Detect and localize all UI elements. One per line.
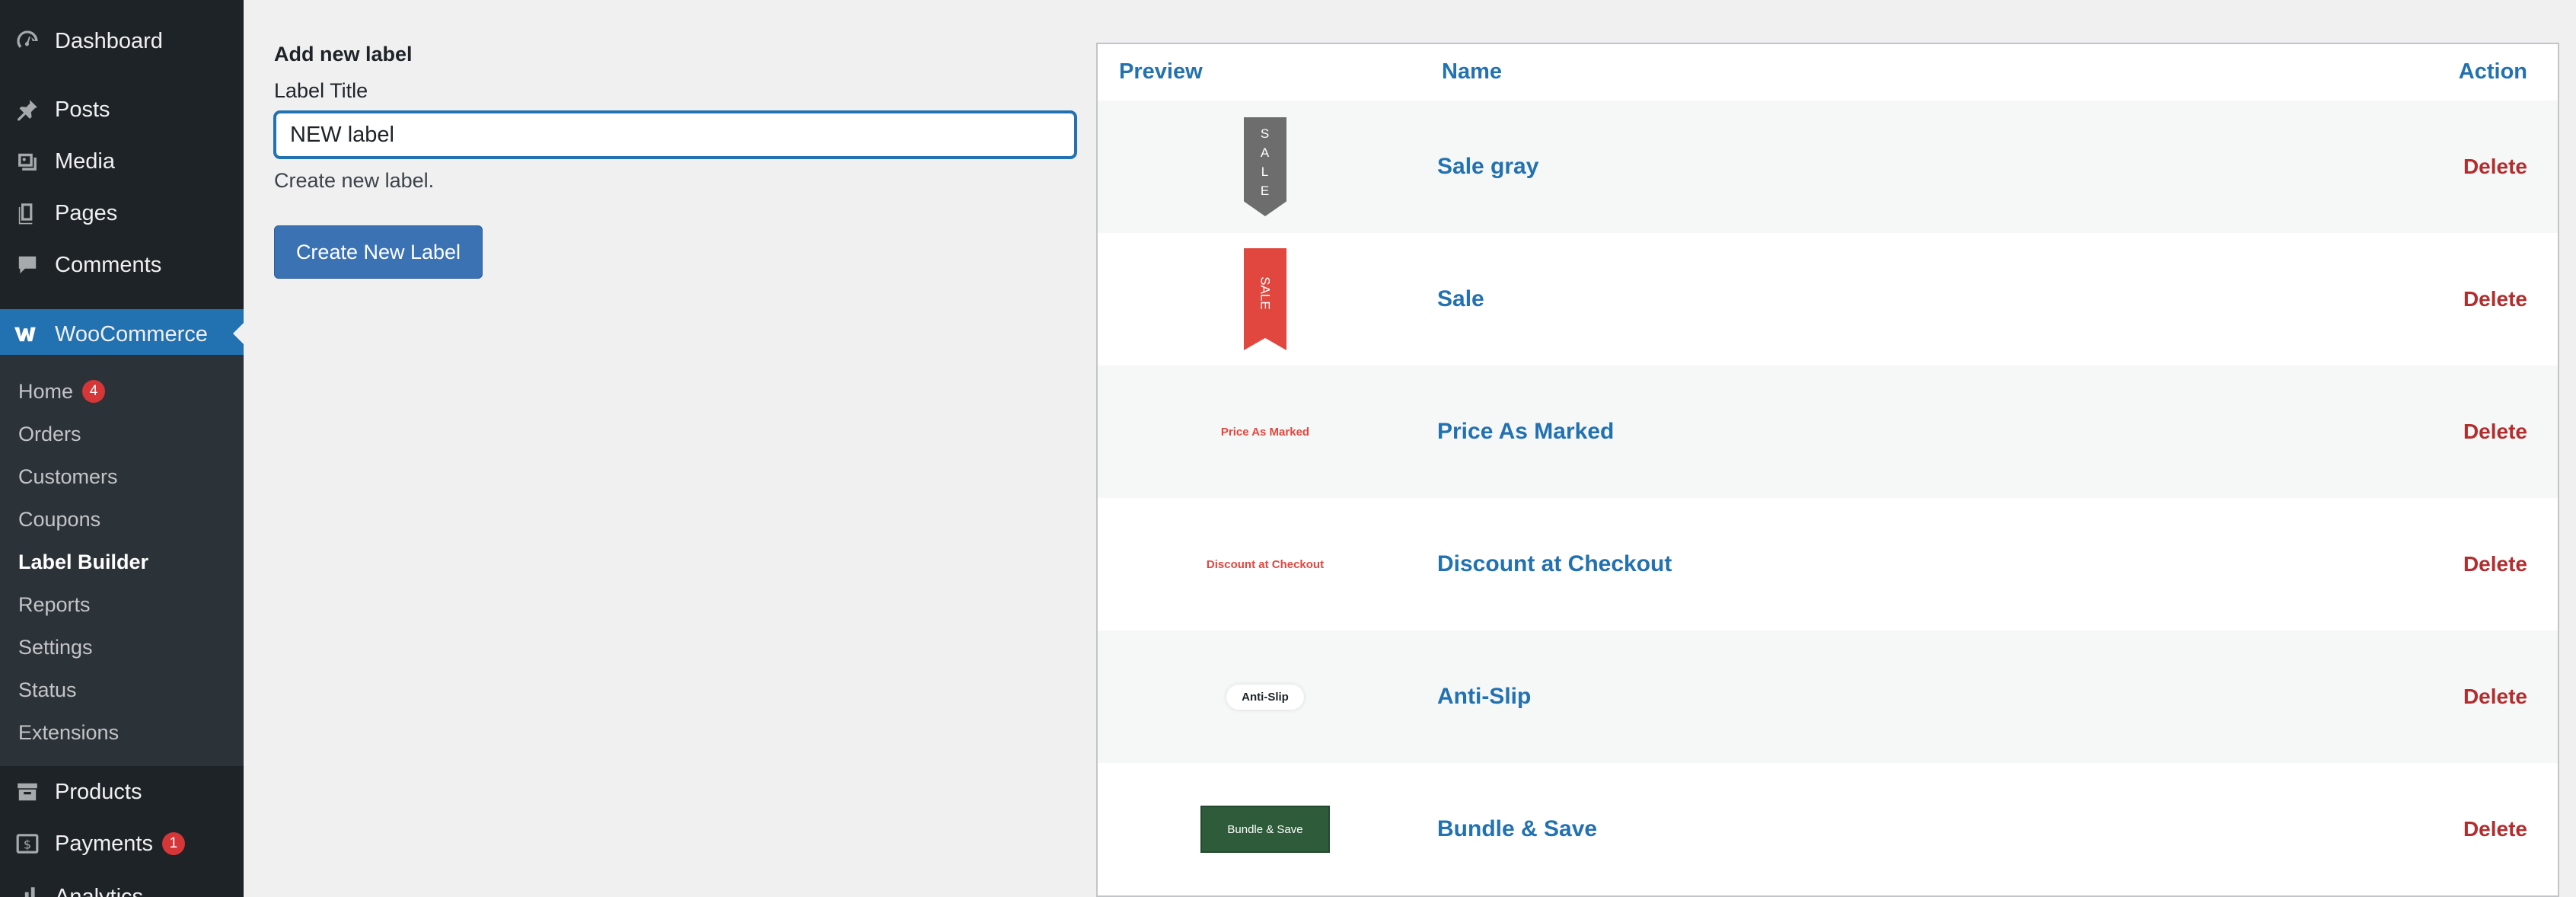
submenu-coupons[interactable]: Coupons [18,503,100,536]
preview-letter: S [1260,126,1270,141]
label-preview: Anti-Slip [1098,630,1433,763]
label-preview: SALE [1098,233,1433,366]
menu-products-label: Products [55,779,142,804]
create-new-label-button[interactable]: Create New Label [274,225,483,279]
bundle-save-box: Bundle & Save [1200,806,1330,853]
comment-icon [0,241,55,289]
submenu-customers[interactable]: Customers [18,460,118,493]
media-icon [0,137,55,186]
menu-pages-label: Pages [55,200,118,225]
table-row: S A L E Sale gray Delete [1098,101,2558,233]
preview-text: Anti-Slip [1226,684,1304,710]
archive-icon [0,768,55,816]
pages-icon [0,189,55,238]
menu-woocommerce-label: WooCommerce [55,321,208,346]
delete-link[interactable]: Delete [2463,233,2527,366]
label-preview: S A L E [1098,101,1433,233]
submenu-extensions[interactable]: Extensions [18,716,119,749]
menu-pages[interactable]: Pages [0,189,244,238]
label-title-input[interactable] [274,111,1076,158]
submenu-label-builder[interactable]: Label Builder [18,545,148,579]
label-preview: Price As Marked [1098,366,1433,498]
menu-analytics-label: Analytics [55,884,144,897]
table-row: Bundle & Save Bundle & Save Delete [1098,763,2558,895]
table-row: Price As Marked Price As Marked Delete [1098,366,2558,498]
submenu-reports[interactable]: Reports [18,588,91,621]
delete-link[interactable]: Delete [2463,630,2527,763]
column-header-action[interactable]: Action [2459,59,2527,85]
menu-payments[interactable]: $ Payments 1 [0,819,244,868]
pin-icon [0,85,55,134]
preview-letter: L [1261,164,1270,179]
woocommerce-icon [0,310,55,359]
table-row: Discount at Checkout Discount at Checkou… [1098,498,2558,630]
menu-media[interactable]: Media [0,137,244,186]
sale-red-ribbon: SALE [1244,248,1286,350]
form-description: Create new label. [274,169,435,192]
chart-icon [0,873,55,897]
preview-text: Discount at Checkout [1206,557,1325,571]
label-title-label: Label Title [274,79,368,102]
delete-link[interactable]: Delete [2463,101,2527,233]
menu-media-label: Media [55,148,115,174]
sale-gray-ribbon: S A L E [1244,117,1286,216]
menu-posts[interactable]: Posts [0,85,244,134]
column-header-preview[interactable]: Preview [1119,59,1203,85]
preview-text: Price As Marked [1220,425,1310,439]
preview-letter: E [1260,184,1270,198]
table-row: SALE Sale Delete [1098,233,2558,366]
menu-dashboard[interactable]: Dashboard [0,17,244,65]
payments-icon: $ [0,819,55,868]
preview-letter: A [1260,145,1270,160]
woocommerce-submenu: Home 4 Orders Customers Coupons Label Bu… [0,355,244,766]
dashboard-icon [0,17,55,65]
menu-comments-label: Comments [55,252,162,277]
submenu-settings[interactable]: Settings [18,630,93,664]
label-name-link[interactable]: Sale gray [1437,101,1538,233]
menu-payments-label: Payments [55,831,153,856]
menu-analytics[interactable]: Analytics [0,873,244,897]
label-name-link[interactable]: Discount at Checkout [1437,498,1672,630]
submenu-status[interactable]: Status [18,673,77,707]
svg-text:$: $ [24,837,31,851]
labels-table: Preview Name Action S A L E Sale gray De… [1096,43,2559,897]
home-notification-badge: 4 [82,380,106,403]
form-heading: Add new label [274,43,413,65]
delete-link[interactable]: Delete [2463,763,2527,895]
preview-text: SALE [1258,276,1273,310]
column-header-name[interactable]: Name [1442,59,1502,85]
submenu-home[interactable]: Home 4 [18,375,106,408]
menu-dashboard-label: Dashboard [55,28,163,53]
preview-text: Bundle & Save [1227,822,1303,836]
menu-products[interactable]: Products [0,768,244,816]
label-name-link[interactable]: Sale [1437,233,1484,366]
label-name-link[interactable]: Anti-Slip [1437,630,1531,763]
label-preview: Discount at Checkout [1098,498,1433,630]
submenu-home-label: Home [18,379,74,403]
payments-notification-badge: 1 [161,832,185,855]
label-name-link[interactable]: Bundle & Save [1437,763,1597,895]
delete-link[interactable]: Delete [2463,498,2527,630]
admin-sidebar: Dashboard Posts Media Pages Comments Woo… [0,0,244,897]
label-name-link[interactable]: Price As Marked [1437,366,1614,498]
table-header: Preview Name Action [1098,44,2558,102]
table-row: Anti-Slip Anti-Slip Delete [1098,630,2558,763]
delete-link[interactable]: Delete [2463,366,2527,498]
menu-woocommerce[interactable]: WooCommerce [0,309,244,359]
label-preview: Bundle & Save [1098,763,1433,895]
menu-comments[interactable]: Comments [0,241,244,289]
submenu-orders[interactable]: Orders [18,417,81,451]
menu-posts-label: Posts [55,97,110,122]
